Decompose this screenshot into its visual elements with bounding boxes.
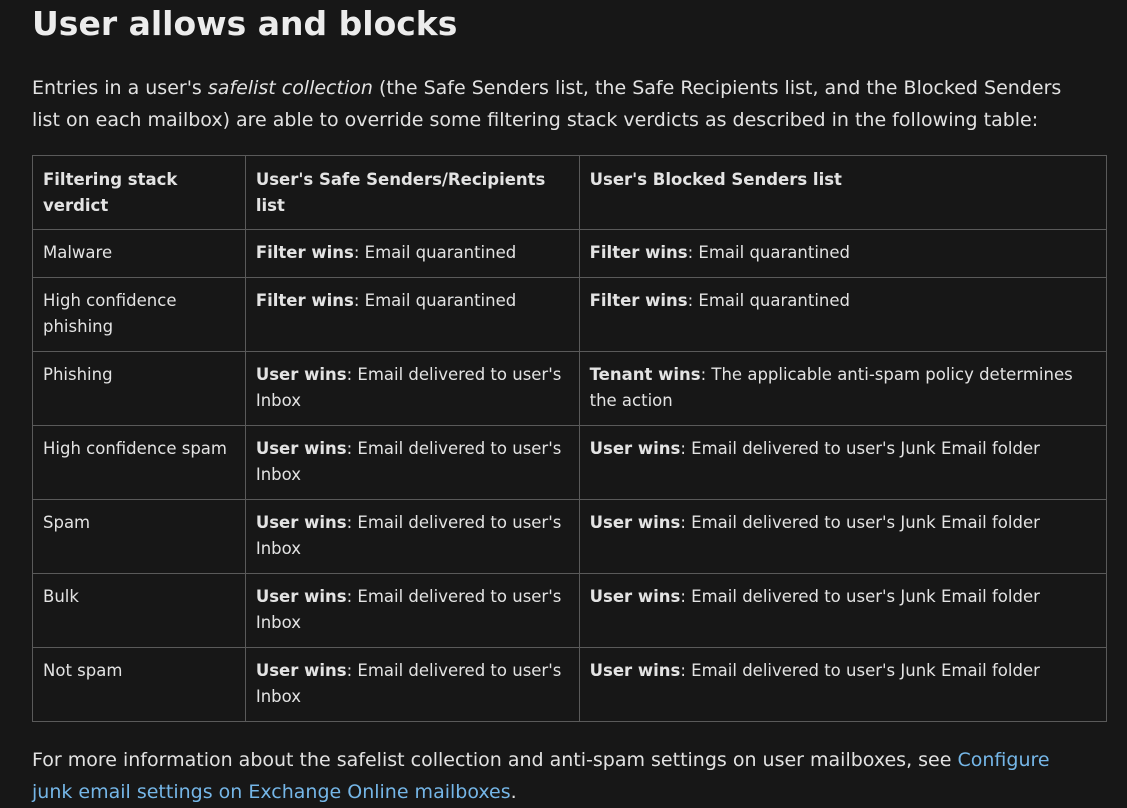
cell-verdict: High confidence phishing: [32, 277, 246, 352]
table-header-row: Filtering stack verdict User's Safe Send…: [32, 155, 1108, 230]
verdict-table: Filtering stack verdict User's Safe Send…: [32, 155, 1108, 722]
cell-safe: Filter wins: Email quarantined: [244, 229, 580, 278]
cell-blocked-key: User wins: [589, 513, 681, 532]
cell-blocked-text: : Email delivered to user's Junk Email f…: [680, 587, 1040, 606]
cell-verdict: Spam: [32, 499, 246, 574]
cell-safe: User wins: Email delivered to user's Inb…: [244, 425, 580, 500]
cell-verdict: High confidence spam: [32, 425, 246, 500]
cell-safe: User wins: Email delivered to user's Inb…: [244, 573, 580, 648]
cell-blocked-text: : Email delivered to user's Junk Email f…: [680, 439, 1040, 458]
header-verdict: Filtering stack verdict: [32, 155, 246, 230]
outro-end: .: [510, 781, 517, 803]
cell-blocked-key: User wins: [589, 587, 681, 606]
cell-blocked-text: : Email delivered to user's Junk Email f…: [680, 513, 1040, 532]
cell-blocked: User wins: Email delivered to user's Jun…: [578, 425, 1108, 500]
intro-text-before: Entries in a user's: [32, 77, 208, 99]
cell-safe-key: User wins: [255, 587, 347, 606]
cell-safe: User wins: Email delivered to user's Inb…: [244, 647, 580, 722]
section-heading: User allows and blocks: [32, 4, 458, 43]
table-row: High confidence phishing Filter wins: Em…: [32, 277, 1108, 352]
intro-paragraph: Entries in a user's safelist collection …: [32, 72, 1092, 136]
cell-blocked: Tenant wins: The applicable anti-spam po…: [578, 351, 1108, 426]
header-safe-list: User's Safe Senders/Recipients list: [244, 155, 580, 230]
cell-safe-key: User wins: [255, 365, 347, 384]
cell-safe: User wins: Email delivered to user's Inb…: [244, 499, 580, 574]
intro-term: safelist collection: [207, 77, 373, 99]
cell-blocked: User wins: Email delivered to user's Jun…: [578, 647, 1108, 722]
cell-blocked-key: Tenant wins: [589, 365, 701, 384]
table-row: Spam User wins: Email delivered to user'…: [32, 499, 1108, 574]
cell-safe: User wins: Email delivered to user's Inb…: [244, 351, 580, 426]
cell-blocked-text: : Email delivered to user's Junk Email f…: [680, 661, 1040, 680]
article: User allows and blocks Entries in a user…: [0, 0, 1127, 808]
cell-blocked: User wins: Email delivered to user's Jun…: [578, 499, 1108, 574]
cell-blocked: Filter wins: Email quarantined: [578, 229, 1108, 278]
table-row: High confidence spam User wins: Email de…: [32, 425, 1108, 500]
cell-safe-text: : Email quarantined: [353, 243, 517, 262]
cell-blocked-key: User wins: [589, 661, 681, 680]
cell-safe-key: User wins: [255, 513, 347, 532]
cell-safe-key: Filter wins: [255, 291, 354, 310]
table-row: Not spam User wins: Email delivered to u…: [32, 647, 1108, 722]
table-row: Bulk User wins: Email delivered to user'…: [32, 573, 1108, 648]
cell-blocked-text: : Email quarantined: [687, 243, 850, 262]
cell-safe-text: : Email quarantined: [353, 291, 517, 310]
cell-safe: Filter wins: Email quarantined: [244, 277, 580, 352]
cell-verdict: Malware: [32, 229, 246, 278]
outro-paragraph: For more information about the safelist …: [32, 744, 1092, 808]
table-row: Phishing User wins: Email delivered to u…: [32, 351, 1108, 426]
cell-verdict: Phishing: [32, 351, 246, 426]
cell-blocked-text: : Email quarantined: [687, 291, 850, 310]
outro-text: For more information about the safelist …: [32, 749, 958, 771]
cell-safe-key: Filter wins: [255, 243, 354, 262]
table-row: Malware Filter wins: Email quarantined F…: [32, 229, 1108, 278]
cell-verdict: Bulk: [32, 573, 246, 648]
header-blocked-list: User's Blocked Senders list: [578, 155, 1108, 230]
cell-blocked: Filter wins: Email quarantined: [578, 277, 1108, 352]
cell-verdict: Not spam: [32, 647, 246, 722]
cell-safe-key: User wins: [255, 439, 347, 458]
cell-blocked: User wins: Email delivered to user's Jun…: [578, 573, 1108, 648]
cell-blocked-key: Filter wins: [589, 291, 688, 310]
cell-blocked-key: User wins: [589, 439, 681, 458]
cell-blocked-key: Filter wins: [589, 243, 688, 262]
cell-safe-key: User wins: [255, 661, 347, 680]
